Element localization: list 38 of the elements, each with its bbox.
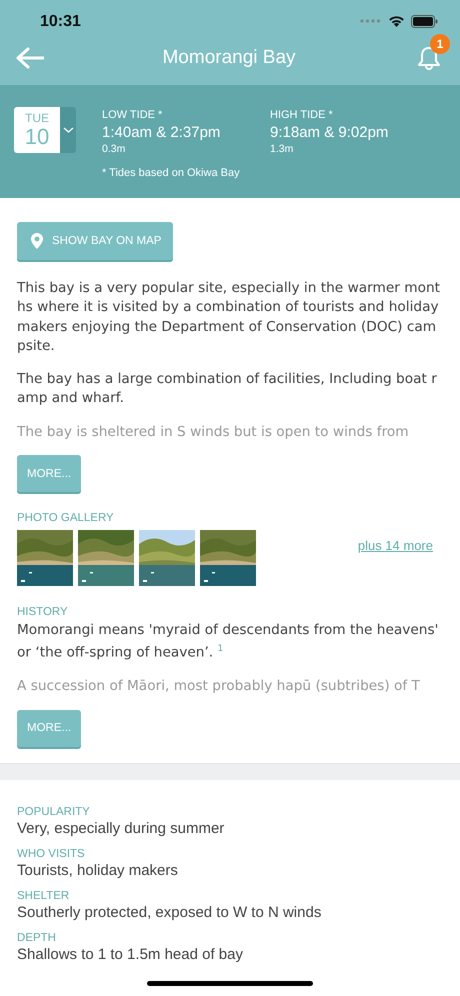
tide-note: * Tides based on Okiwa Bay bbox=[102, 167, 241, 179]
description-paragraph: This bay is a very popular site, especially in the warmer months where it is visited by a combination of tourists and holiday makers enjoying the Department of Conservation (DOC) campsite. bbox=[17, 279, 442, 356]
faded-paragraph: The bay is sheltered in S winds but is open to winds from bbox=[17, 422, 410, 442]
section-heading: HISTORY bbox=[17, 606, 69, 618]
faded-paragraph: A succession of Māori, most probably hapū (subtribes) of T bbox=[17, 677, 421, 696]
history-paragraph: Momorangi means 'myraid of descendants from the heavens' or ‘the off-spring of heaven’. $^{1}$ bbox=[17, 621, 440, 663]
detail-value: Very, especially during summer bbox=[17, 820, 224, 837]
show-map-button[interactable]: SHOW BAY ON MAP bbox=[17, 222, 174, 260]
description-paragraph: The bay has a large combination of facilities, Including boat ramp and wharf. bbox=[17, 370, 438, 408]
notification-badge: 1 bbox=[430, 34, 450, 54]
tide-height: 0.3m bbox=[102, 143, 126, 155]
date-picker[interactable]: TUE 10 bbox=[14, 107, 76, 153]
more-photos-link[interactable]: plus 14 more bbox=[358, 538, 433, 554]
tide-label: HIGH TIDE * bbox=[270, 109, 334, 121]
map-pin-icon bbox=[31, 233, 43, 249]
detail-value: Tourists, holiday makers bbox=[17, 862, 178, 879]
detail-value: Southerly protected, exposed to W to N winds bbox=[17, 904, 322, 921]
tide-height: 1.3m bbox=[270, 143, 294, 155]
detail-label: POPULARITY bbox=[17, 806, 91, 818]
detail-value: Shallows to 1 to 1.5m head of bay bbox=[17, 946, 243, 963]
weekday: TUE bbox=[25, 112, 49, 124]
tide-times: 9:18am & 9:02pm bbox=[270, 124, 390, 141]
signal-icon bbox=[360, 19, 382, 23]
section-heading: PHOTO GALLERY bbox=[17, 512, 115, 524]
tide-label: LOW TIDE * bbox=[102, 109, 164, 121]
battery-icon bbox=[411, 14, 438, 28]
more-button[interactable]: MORE... bbox=[17, 455, 82, 492]
status-time: 10:31 bbox=[40, 12, 82, 31]
wifi-icon bbox=[388, 15, 405, 27]
chevron-down-icon bbox=[62, 127, 74, 133]
day-number: 10 bbox=[24, 124, 50, 148]
back-arrow-icon[interactable] bbox=[16, 47, 44, 69]
detail-label: WHO VISITS bbox=[17, 848, 86, 860]
detail-label: SHELTER bbox=[17, 890, 70, 902]
detail-label: DEPTH bbox=[17, 932, 57, 944]
page-title: Momorangi Bay bbox=[161, 47, 297, 69]
tide-times: 1:40am & 2:37pm bbox=[102, 124, 222, 141]
more-button[interactable]: MORE... bbox=[17, 710, 82, 747]
